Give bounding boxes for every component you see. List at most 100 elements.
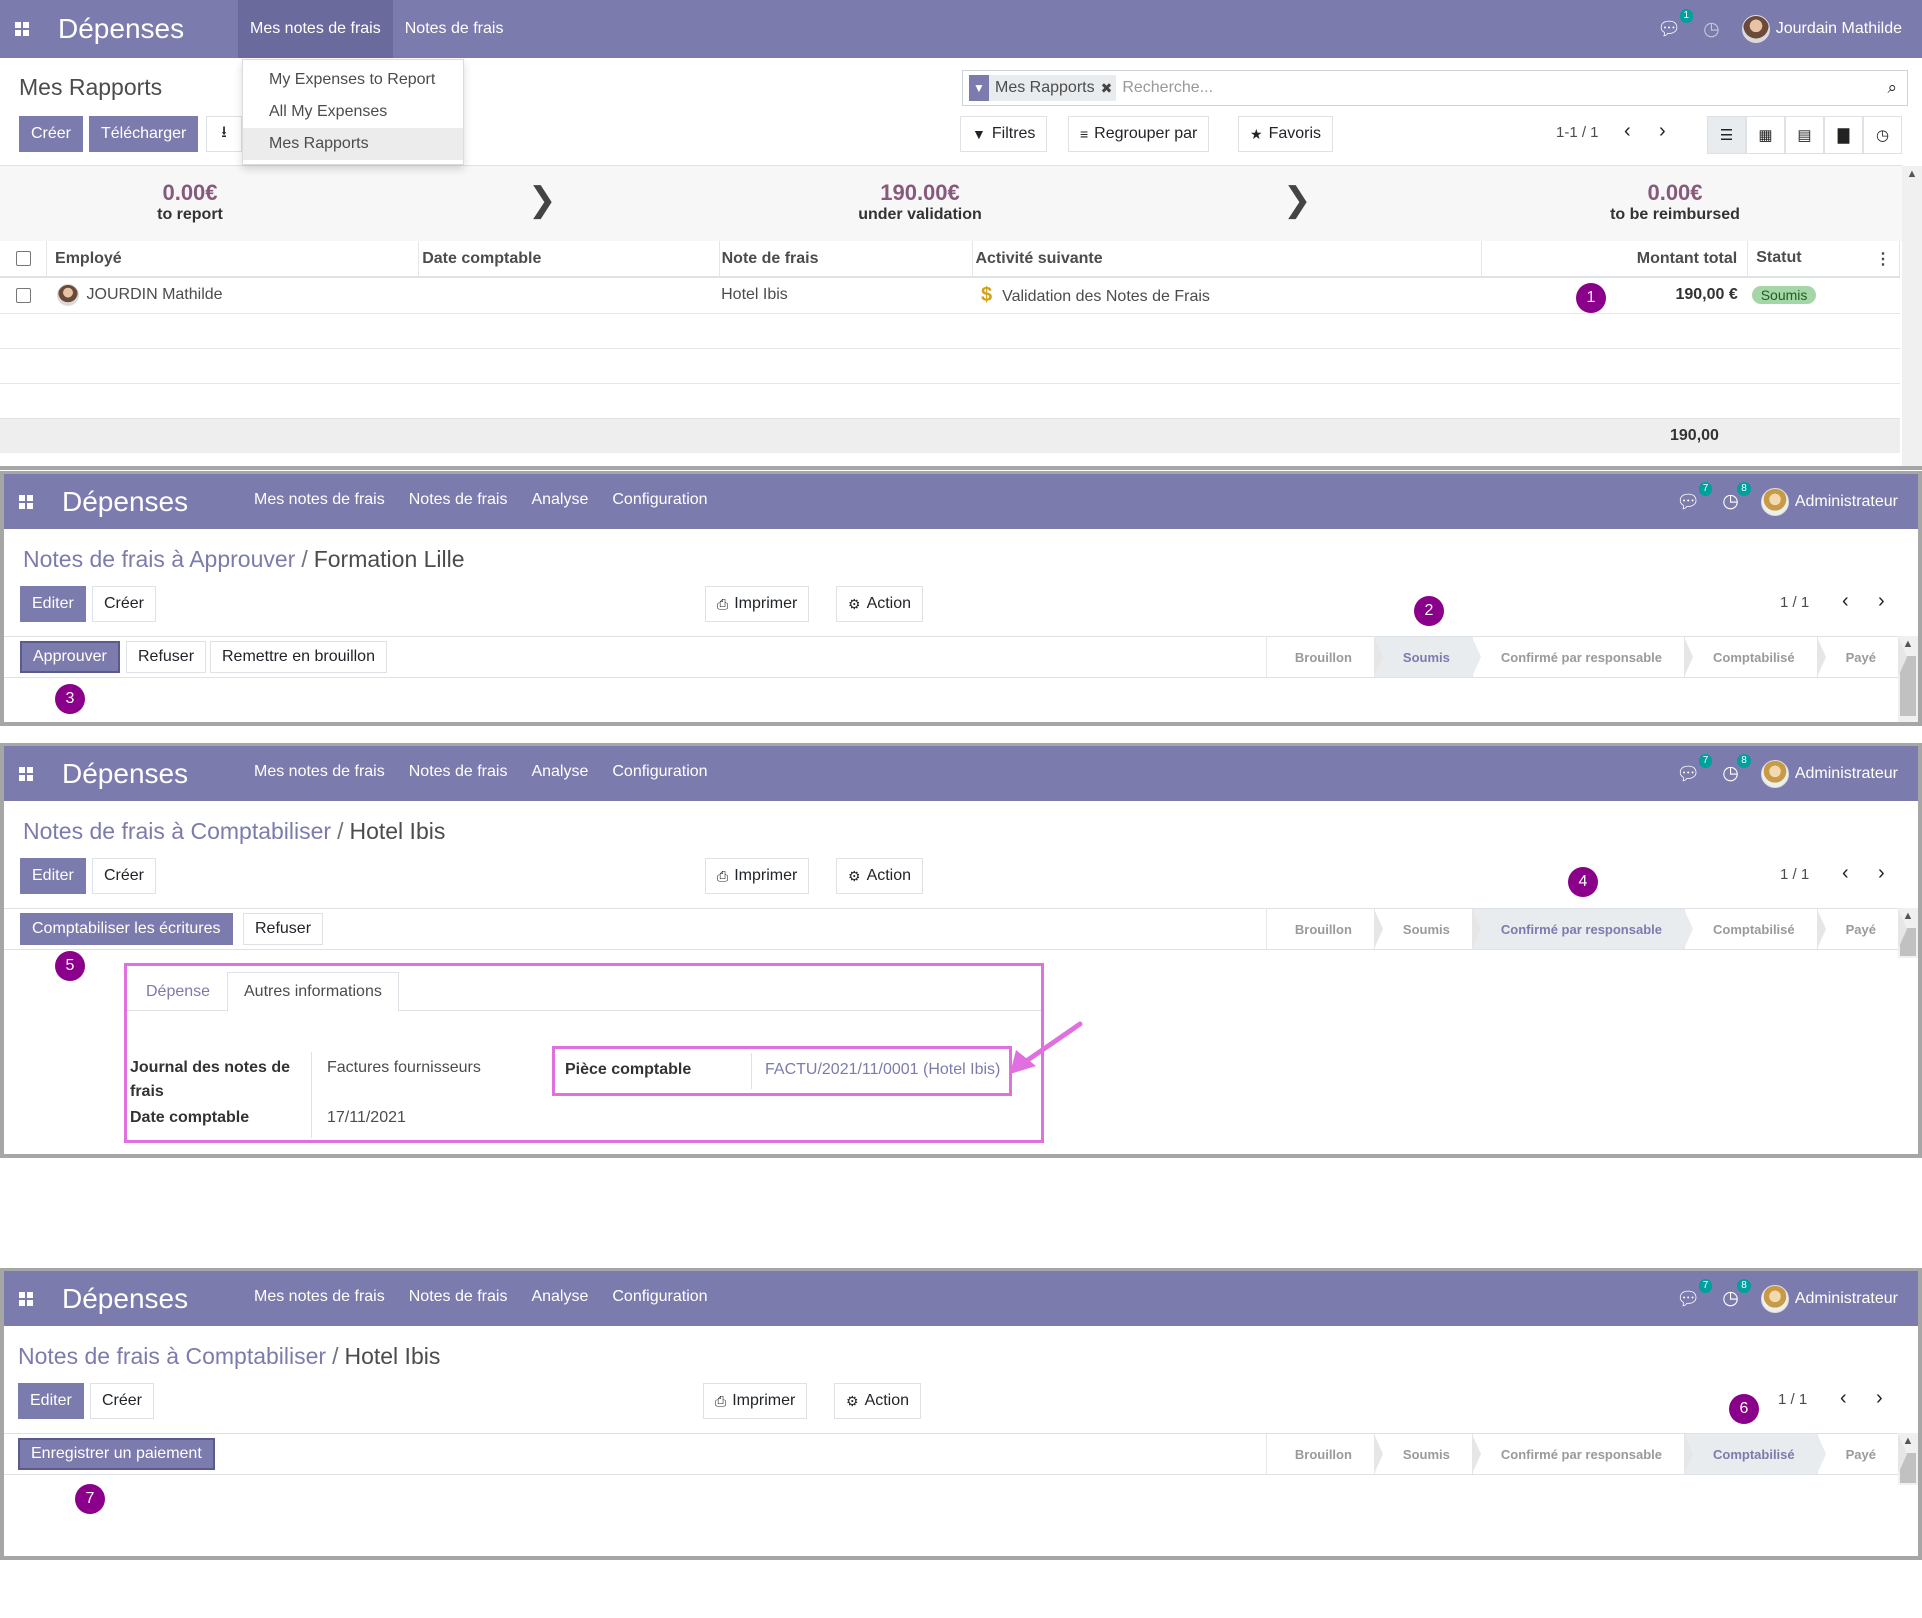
print-button[interactable]: ⎙ Imprimer — [703, 1383, 808, 1419]
export-button[interactable]: ⭳ — [206, 116, 242, 152]
search-input[interactable]: Recherche... — [1122, 79, 1213, 97]
stage-submitted[interactable]: Soumis — [1373, 909, 1481, 949]
stage-submitted[interactable]: Soumis — [1373, 1434, 1481, 1474]
chat-icon[interactable]: 💬︎ 1 — [1657, 9, 1694, 41]
breadcrumb-parent[interactable]: Notes de frais à Comptabiliser — [18, 1343, 326, 1369]
breadcrumb-parent[interactable]: Notes de frais à Comptabiliser — [23, 818, 331, 844]
pager-value[interactable]: 1 / 1 — [1778, 1391, 1807, 1408]
menu-my-expenses[interactable]: Mes notes de frais — [242, 1271, 397, 1325]
pager-value[interactable]: 1-1 / 1 — [1556, 124, 1599, 141]
tab-expense[interactable]: Dépense — [130, 972, 226, 1012]
row-checkbox[interactable] — [15, 287, 31, 303]
menu-my-expenses[interactable]: Mes notes de frais — [242, 746, 397, 800]
stage-draft[interactable]: Brouillon — [1265, 1434, 1383, 1474]
menu-configuration[interactable]: Configuration — [600, 474, 719, 528]
create-button[interactable]: Créer — [90, 1383, 155, 1419]
refuse-button[interactable]: Refuser — [126, 641, 207, 673]
clock-icon[interactable]: ◷ 8 — [1722, 754, 1751, 785]
stage-paid[interactable]: Payé — [1816, 637, 1908, 677]
refuse-button[interactable]: Refuser — [243, 913, 324, 945]
menu-expenses[interactable]: Notes de frais — [397, 1271, 520, 1325]
group-by-button[interactable]: ≡ Regrouper par — [1068, 116, 1210, 152]
user-menu[interactable]: Jourdain Mathilde — [1741, 15, 1902, 43]
create-button[interactable]: Créer — [92, 858, 157, 894]
journal-entry-link[interactable]: FACTU/2021/11/0001 (Hotel Ibis) — [765, 1061, 1000, 1079]
search-icon[interactable]: ⌕ — [1887, 78, 1897, 98]
apps-menu-button[interactable] — [0, 0, 44, 58]
dropdown-item-all-expenses[interactable]: All My Expenses — [243, 96, 463, 128]
print-button[interactable]: ⎙ Imprimer — [705, 586, 810, 622]
chat-icon[interactable]: 💬︎ 7 — [1676, 1278, 1713, 1311]
stage-paid[interactable]: Payé — [1816, 1434, 1908, 1474]
menu-configuration[interactable]: Configuration — [600, 746, 719, 800]
activity-view-icon[interactable]: ◷ — [1863, 116, 1902, 154]
dash-under-validation[interactable]: 190.00€ under validation — [820, 180, 1020, 224]
register-payment-button[interactable]: Enregistrer un paiement — [18, 1438, 215, 1470]
action-button[interactable]: ⚙ Action — [836, 586, 924, 622]
filters-button[interactable]: ▼ Filtres — [960, 116, 1048, 152]
stage-approved[interactable]: Confirmé par responsable — [1471, 637, 1694, 677]
col-next-activity[interactable]: Activité suivante — [972, 241, 1483, 278]
breadcrumb-parent[interactable]: Notes de frais à Approuver — [23, 546, 295, 572]
stage-submitted[interactable]: Soumis — [1373, 637, 1481, 677]
pivot-view-icon[interactable]: ▤ — [1785, 116, 1824, 154]
user-menu[interactable]: Administrateur — [1760, 487, 1898, 516]
col-status[interactable]: Statut ⋮ — [1747, 241, 1900, 278]
apps-menu-button[interactable] — [4, 746, 48, 803]
stage-paid[interactable]: Payé — [1816, 909, 1908, 949]
chevron-right-icon[interactable]: › — [1878, 590, 1885, 613]
menu-analysis[interactable]: Analyse — [519, 1271, 600, 1325]
reset-to-draft-button[interactable]: Remettre en brouillon — [210, 641, 387, 673]
chevron-left-icon[interactable]: ‹ — [1842, 590, 1849, 613]
menu-my-expenses[interactable]: Mes notes de frais — [238, 0, 393, 58]
dollar-icon[interactable]: $ — [981, 284, 992, 306]
stage-draft[interactable]: Brouillon — [1265, 909, 1383, 949]
table-row[interactable]: JOURDIN Mathilde Hotel Ibis $ Validation … — [0, 277, 1900, 314]
edit-button[interactable]: Editer — [20, 586, 86, 622]
scrollbar[interactable]: ▲ — [1902, 166, 1922, 466]
menu-expenses[interactable]: Notes de frais — [397, 474, 520, 528]
kanban-view-icon[interactable]: ▦ — [1746, 116, 1785, 154]
chevron-right-icon[interactable]: › — [1659, 120, 1666, 143]
chevron-left-icon[interactable]: ‹ — [1842, 862, 1849, 885]
print-button[interactable]: ⎙ Imprimer — [705, 858, 810, 894]
col-total-amount[interactable]: Montant total — [1481, 241, 1749, 278]
edit-button[interactable]: Editer — [20, 858, 86, 894]
menu-expenses[interactable]: Notes de frais — [397, 746, 520, 800]
col-employee[interactable]: Employé — [46, 241, 420, 278]
graph-view-icon[interactable]: ▇ — [1824, 116, 1863, 154]
scroll-up-icon[interactable]: ▲ — [1902, 168, 1922, 180]
menu-analysis[interactable]: Analyse — [519, 746, 600, 800]
list-view-icon[interactable]: ☰ — [1707, 116, 1746, 154]
approve-button[interactable]: Approuver — [20, 641, 120, 673]
stage-approved[interactable]: Confirmé par responsable — [1471, 909, 1694, 949]
pager-value[interactable]: 1 / 1 — [1780, 866, 1809, 883]
action-button[interactable]: ⚙ Action — [836, 858, 924, 894]
menu-my-expenses[interactable]: Mes notes de frais — [242, 474, 397, 528]
clock-icon[interactable]: ◷ 8 — [1722, 1279, 1751, 1310]
pager-value[interactable]: 1 / 1 — [1780, 594, 1809, 611]
menu-expenses[interactable]: Notes de frais — [393, 0, 516, 58]
chat-icon[interactable]: 💬︎ 7 — [1676, 753, 1713, 786]
create-button[interactable]: Créer — [19, 116, 84, 152]
edit-button[interactable]: Editer — [18, 1383, 84, 1419]
chevron-right-icon[interactable]: › — [1878, 862, 1885, 885]
tab-other-info[interactable]: Autres informations — [227, 972, 399, 1012]
action-button[interactable]: ⚙ Action — [834, 1383, 922, 1419]
post-entries-button[interactable]: Comptabiliser les écritures — [20, 913, 233, 945]
menu-analysis[interactable]: Analyse — [519, 474, 600, 528]
stage-draft[interactable]: Brouillon — [1265, 637, 1383, 677]
remove-facet-icon[interactable]: ✖ — [1101, 80, 1117, 97]
user-menu[interactable]: Administrateur — [1760, 1284, 1898, 1313]
col-expense-note[interactable]: Note de frais — [719, 241, 974, 278]
chevron-left-icon[interactable]: ‹ — [1624, 120, 1631, 143]
select-all-checkbox[interactable] — [15, 250, 31, 266]
chat-icon[interactable]: 💬︎ 7 — [1676, 481, 1713, 514]
user-menu[interactable]: Administrateur — [1760, 759, 1898, 788]
apps-menu-button[interactable] — [4, 1271, 48, 1328]
dash-to-be-reimbursed[interactable]: 0.00€ to be reimbursed — [1590, 180, 1760, 224]
create-button[interactable]: Créer — [92, 586, 157, 622]
download-button[interactable]: Télécharger — [89, 116, 199, 152]
dropdown-item-expenses-to-report[interactable]: My Expenses to Report — [243, 64, 463, 96]
chevron-right-icon[interactable]: › — [1876, 1387, 1883, 1410]
